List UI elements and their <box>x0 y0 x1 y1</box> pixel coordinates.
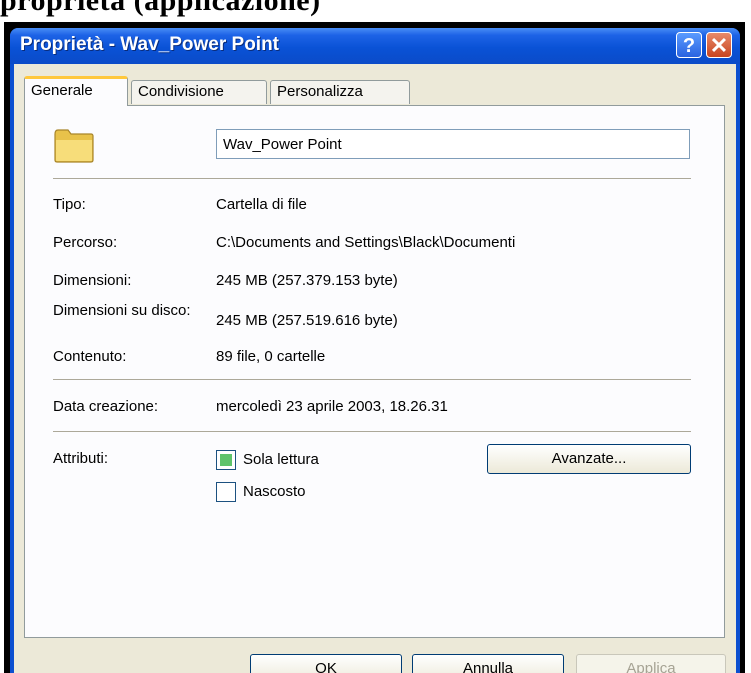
type-label: Tipo: <box>53 196 86 213</box>
window-title: Proprietà - Wav_Power Point <box>20 34 280 55</box>
tab-panel-generale: Tipo: Cartella di file Percorso: C:\Docu… <box>24 105 725 638</box>
separator <box>53 379 691 380</box>
size-on-disk-label: Dimensioni su disco: <box>53 302 191 319</box>
hidden-label[interactable]: Nascosto <box>243 483 306 500</box>
location-value: C:\Documents and Settings\Black\Document… <box>216 234 516 251</box>
cropped-document-caption: proprietà (applicazione) <box>0 0 321 17</box>
contents-label: Contenuto: <box>53 348 127 365</box>
size-value: 245 MB (257.379.153 byte) <box>216 272 398 289</box>
separator <box>53 431 691 432</box>
size-on-disk-value: 245 MB (257.519.616 byte) <box>216 312 398 329</box>
read-only-checkbox[interactable] <box>216 450 236 470</box>
folder-icon <box>54 129 94 163</box>
folder-name-input[interactable] <box>216 129 690 159</box>
created-value: mercoledì 23 aprile 2003, 18.26.31 <box>216 398 448 415</box>
tab-condivisione[interactable]: Condivisione <box>131 80 267 104</box>
type-value: Cartella di file <box>216 196 307 213</box>
cancel-button[interactable]: Annulla <box>412 654 564 673</box>
close-button[interactable]: ✕ <box>706 32 732 58</box>
location-label: Percorso: <box>53 234 118 251</box>
contents-value: 89 file, 0 cartelle <box>216 348 326 365</box>
tab-generale[interactable]: Generale <box>24 76 128 106</box>
title-bar[interactable]: Proprietà - Wav_Power Point ? ✕ <box>10 28 740 64</box>
close-icon: ✕ <box>709 33 729 58</box>
properties-dialog: Proprietà - Wav_Power Point ? ✕ Generale… <box>10 28 740 673</box>
separator <box>53 178 691 179</box>
dialog-client-area: Generale Condivisione Personalizza Tipo:… <box>14 64 736 673</box>
size-label: Dimensioni: <box>53 272 132 289</box>
hidden-checkbox[interactable] <box>216 482 236 502</box>
help-button[interactable]: ? <box>676 32 702 58</box>
tab-personalizza[interactable]: Personalizza <box>270 80 410 104</box>
help-icon: ? <box>682 35 696 57</box>
attributes-label: Attributi: <box>53 450 109 467</box>
apply-button[interactable]: Applica <box>576 654 726 673</box>
read-only-label[interactable]: Sola lettura <box>243 451 319 468</box>
created-label: Data creazione: <box>53 398 159 415</box>
ok-button[interactable]: OK <box>250 654 402 673</box>
advanced-button[interactable]: Avanzate... <box>487 444 691 474</box>
